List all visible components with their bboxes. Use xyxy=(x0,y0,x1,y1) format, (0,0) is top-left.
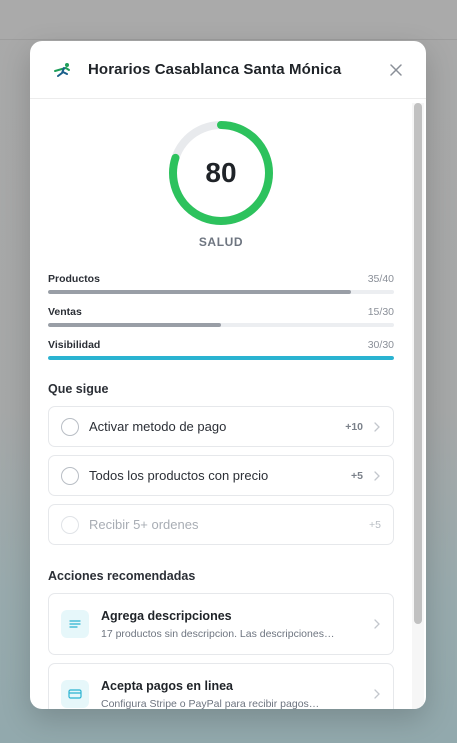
task-points: +5 xyxy=(351,469,363,482)
recommended-action-title: Agrega descripciones xyxy=(101,608,232,623)
chevron-right-icon xyxy=(373,619,381,629)
task-checkbox[interactable] xyxy=(61,466,79,485)
recommended-action-description: Configura Stripe o PayPal para recibir p… xyxy=(101,697,320,710)
metric-ventas: Ventas 15/30 xyxy=(48,306,394,327)
metric-bar xyxy=(48,356,394,360)
metric-name: Productos xyxy=(48,273,100,285)
recommended-title: Acciones recomendadas xyxy=(48,569,196,583)
modal-title: Horarios Casablanca Santa Mónica xyxy=(88,61,342,78)
task-checkbox xyxy=(61,515,79,534)
recommended-action-card[interactable]: Acepta pagos en linea Configura Stripe o… xyxy=(48,663,394,709)
health-label: SALUD xyxy=(198,235,244,249)
recommended-action-description: 17 productos sin descripcion. Las descri… xyxy=(101,627,335,640)
chevron-right-icon xyxy=(373,470,381,481)
metric-bar-fill xyxy=(48,323,221,327)
store-health-modal: Horarios Casablanca Santa Mónica 80 SALU… xyxy=(30,41,426,709)
task-points: +5 xyxy=(369,518,381,531)
health-score: 80 xyxy=(205,157,237,188)
metrics-list: Productos 35/40 Ventas 15/30 Visibilidad xyxy=(48,273,394,360)
background-top-bar xyxy=(0,0,457,40)
health-gauge: 80 SALUD xyxy=(48,118,394,249)
modal-header: Horarios Casablanca Santa Mónica xyxy=(30,41,426,99)
task-item-disabled: Recibir 5+ ordenes +5 xyxy=(48,504,394,545)
recommended-action-title: Acepta pagos en linea xyxy=(101,678,233,693)
task-item[interactable]: Activar metodo de pago +10 xyxy=(48,406,394,447)
metric-score: 30/30 xyxy=(367,339,394,351)
metric-bar xyxy=(48,323,394,327)
task-checkbox[interactable] xyxy=(61,417,79,436)
text-lines-icon xyxy=(61,610,89,638)
task-points: +10 xyxy=(345,420,363,433)
task-item[interactable]: Todos los productos con precio +5 xyxy=(48,455,394,496)
recommended-action-card[interactable]: Agrega descripciones 17 productos sin de… xyxy=(48,593,394,655)
metric-score: 35/40 xyxy=(367,273,394,285)
metric-name: Ventas xyxy=(48,306,82,318)
modal-body[interactable]: 80 SALUD Productos 35/40 Ventas 15/30 Vi… xyxy=(30,100,426,709)
close-icon[interactable] xyxy=(389,63,403,77)
close-button[interactable] xyxy=(386,60,406,80)
task-label: Todos los productos con precio xyxy=(89,468,269,483)
metric-score: 15/30 xyxy=(367,306,394,318)
credit-card-icon xyxy=(61,680,89,708)
chevron-right-icon xyxy=(373,689,381,699)
scrollbar[interactable] xyxy=(412,103,424,709)
scrollbar-thumb[interactable] xyxy=(414,103,422,624)
metric-bar-fill xyxy=(48,356,394,360)
metric-productos: Productos 35/40 xyxy=(48,273,394,294)
metric-name: Visibilidad xyxy=(48,339,101,351)
task-label: Activar metodo de pago xyxy=(89,419,227,434)
metric-bar-fill xyxy=(48,290,351,294)
chevron-right-icon xyxy=(373,421,381,432)
next-steps-title: Que sigue xyxy=(48,382,109,396)
metric-bar xyxy=(48,290,394,294)
metric-visibilidad: Visibilidad 30/30 xyxy=(48,339,394,360)
runner-logo-icon xyxy=(52,62,74,78)
task-label: Recibir 5+ ordenes xyxy=(89,517,199,532)
